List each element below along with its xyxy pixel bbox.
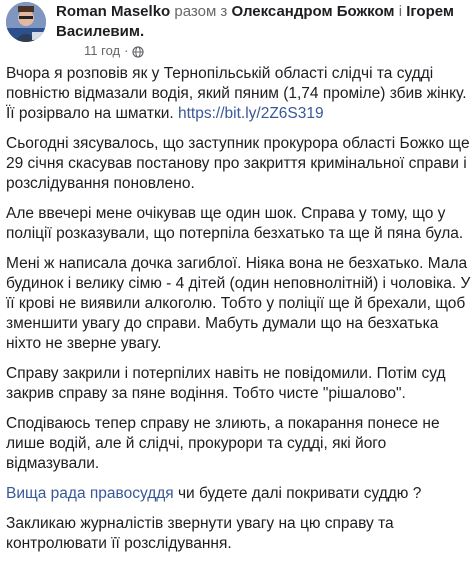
paragraph-8: Закликаю журналістів звернути увагу на ц… <box>6 515 394 552</box>
header-text: Roman Maselko разом з Олександром Божком… <box>56 2 468 60</box>
avatar-image <box>6 2 46 42</box>
meta-separator: · <box>124 43 129 58</box>
post-header: Roman Maselko разом з Олександром Божком… <box>6 2 468 60</box>
post-meta: 11 год · <box>84 42 468 60</box>
with-text: разом з <box>174 3 228 20</box>
paragraph-4: Мені ж написала дочка загиблої. Ніяка во… <box>6 255 471 352</box>
short-link[interactable]: https://bit.ly/2Z6S319 <box>178 105 324 122</box>
paragraph-1: Вчора я розповів як у Тернопільській обл… <box>6 64 472 124</box>
paragraph-6: Сподіваюсь тепер справу не злиють, а пок… <box>6 415 440 472</box>
post-timestamp[interactable]: 11 год <box>84 42 120 60</box>
paragraph-5: Справу закрили і потерпілих навіть не по… <box>6 365 446 402</box>
page-mention-link[interactable]: Вища рада правосуддя <box>6 485 174 502</box>
author-avatar[interactable] <box>6 2 46 42</box>
paragraph-2: Сьогодні зясувалось, що заступник прокур… <box>6 135 470 192</box>
paragraph-7: Вища рада правосуддя чи будете далі покр… <box>6 484 472 504</box>
facebook-post: Roman Maselko разом з Олександром Божком… <box>0 0 474 552</box>
post-body: Вчора я розповів як у Тернопільській обл… <box>6 64 472 564</box>
globe-icon[interactable] <box>132 45 145 58</box>
author-name[interactable]: Roman Maselko <box>56 3 170 20</box>
paragraph-7-text: чи будете далі покривати суддю ? <box>173 485 422 502</box>
paragraph-3: Але ввечері мене очікував ще один шок. С… <box>6 205 464 242</box>
tagged-person-1[interactable]: Олександром Божком <box>231 3 394 20</box>
post-author-line: Roman Maselko разом з Олександром Божком… <box>56 2 468 42</box>
and-text: і <box>398 3 403 20</box>
